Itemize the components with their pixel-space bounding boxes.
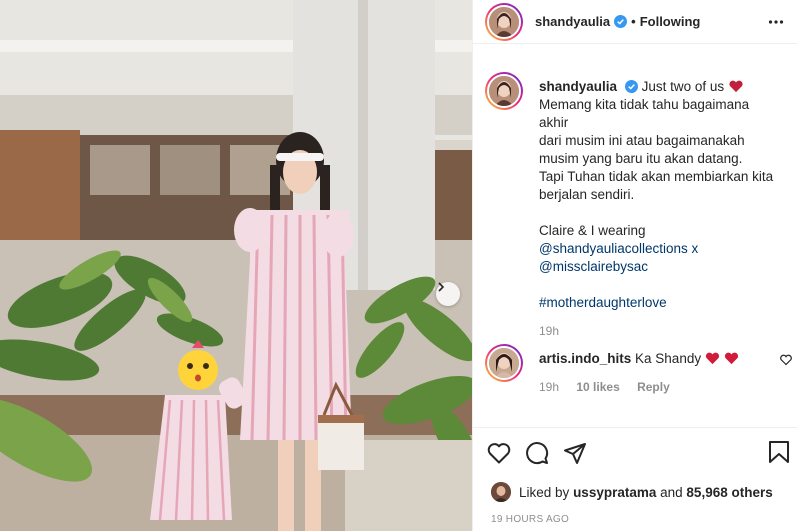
- caption-username[interactable]: shandyaulia: [539, 79, 617, 94]
- save-button[interactable]: [768, 440, 790, 467]
- caption-text: shandyaulia Just two of us Memang kita t…: [539, 70, 780, 312]
- avatar[interactable]: [491, 482, 511, 502]
- comment-likes[interactable]: 10 likes: [576, 380, 619, 394]
- comment-item: artis.indo_hits Ka Shandy 19h 10 likes R…: [473, 342, 797, 394]
- header-username[interactable]: shandyaulia: [535, 14, 610, 29]
- mention-link[interactable]: @shandyauliacollections x: [539, 240, 780, 258]
- verified-badge-icon: [614, 15, 628, 28]
- more-icon[interactable]: [768, 14, 784, 30]
- verified-badge-icon: [624, 80, 638, 93]
- caption-first-line: Just two of us: [641, 79, 725, 94]
- likes-user[interactable]: ussypratama: [573, 485, 656, 500]
- instagram-post: shandyaulia • Following shandyaulia Just…: [0, 0, 797, 531]
- carousel-next-icon[interactable]: [436, 282, 460, 306]
- caption-line: dari musim ini atau bagaimanakah: [539, 133, 745, 148]
- comment-username[interactable]: artis.indo_hits: [539, 351, 631, 366]
- action-bar: [473, 427, 797, 477]
- separator-dot: •: [631, 14, 636, 29]
- reply-button[interactable]: Reply: [637, 380, 670, 394]
- comment-like-icon[interactable]: [780, 354, 792, 366]
- post-photo[interactable]: [0, 0, 472, 531]
- avatar[interactable]: [485, 344, 523, 382]
- post-caption: shandyaulia Just two of us Memang kita t…: [473, 70, 797, 338]
- share-button[interactable]: [563, 441, 587, 465]
- comment-meta: 19h 10 likes Reply: [539, 380, 797, 394]
- comment-time[interactable]: 19h: [539, 380, 559, 394]
- likes-others[interactable]: 85,968 others: [686, 485, 772, 500]
- caption-line: Tapi Tuhan tidak akan membiarkan kita: [539, 169, 774, 184]
- caption-line: Memang kita tidak tahu bagaimana akhir: [539, 97, 750, 130]
- post-timestamp[interactable]: 19 HOURS AGO: [491, 514, 569, 525]
- hashtag-link[interactable]: #motherdaughterlove: [539, 294, 780, 312]
- comment-text: Ka Shandy: [635, 351, 702, 366]
- likes-middle: and: [660, 484, 683, 500]
- comment-icon: [526, 441, 549, 464]
- caption-wearing: Claire & I wearing: [539, 223, 646, 238]
- heart-emoji-icon: [729, 80, 743, 93]
- caption-time[interactable]: 19h: [539, 324, 780, 338]
- comments-list[interactable]: shandyaulia Just two of us Memang kita t…: [473, 70, 797, 430]
- likes-prefix: Liked by: [519, 484, 570, 500]
- photo-illustration: [0, 0, 472, 531]
- caption-line: berjalan sendiri.: [539, 187, 635, 202]
- like-button[interactable]: [487, 442, 511, 464]
- likes-summary: Liked by ussypratama and 85,968 others: [491, 482, 773, 502]
- avatar[interactable]: [485, 72, 523, 110]
- heart-emoji-icon: [705, 352, 719, 365]
- following-button[interactable]: Following: [640, 14, 701, 29]
- post-side-panel: shandyaulia • Following shandyaulia Just…: [472, 0, 797, 531]
- heart-icon: [487, 442, 511, 463]
- bookmark-icon: [769, 441, 789, 463]
- avatar[interactable]: [485, 2, 523, 41]
- post-header: shandyaulia • Following: [473, 0, 797, 44]
- caption-line: musim yang baru itu akan datang.: [539, 151, 743, 166]
- heart-emoji-icon: [724, 352, 738, 365]
- share-icon: [564, 442, 586, 464]
- mention-link[interactable]: @missclairebysac: [539, 258, 780, 276]
- comment-button[interactable]: [525, 441, 549, 465]
